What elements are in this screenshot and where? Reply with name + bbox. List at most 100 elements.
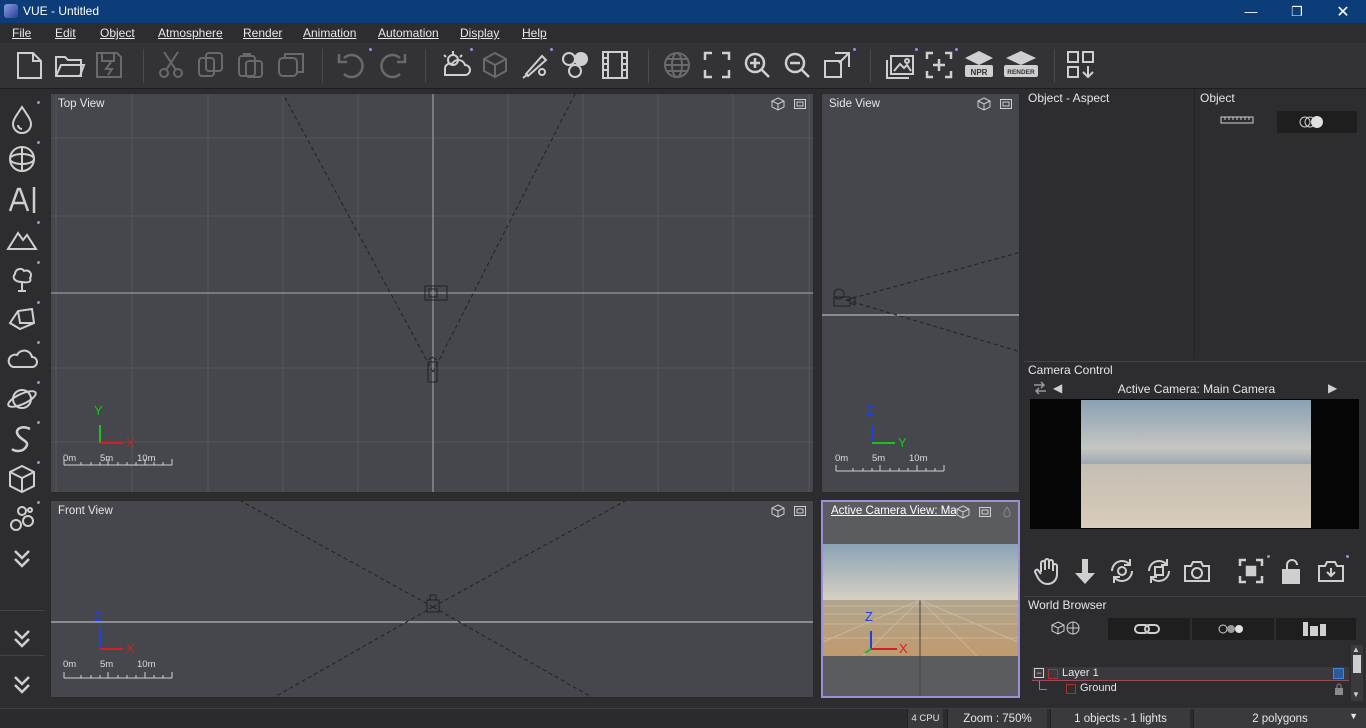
- view-cube-icon[interactable]: [977, 97, 991, 114]
- dropdown-arrow-icon[interactable]: ▼: [1349, 711, 1358, 721]
- render-button-icon[interactable]: RENDER: [1002, 48, 1040, 82]
- view-cube-icon[interactable]: [771, 504, 785, 521]
- menu-help[interactable]: Help: [522, 26, 547, 40]
- render-area-icon[interactable]: [922, 48, 956, 82]
- links-tab[interactable]: [1108, 618, 1190, 640]
- cube-primitive-icon[interactable]: [4, 461, 40, 497]
- expand-panel-icon[interactable]: [4, 621, 40, 657]
- minimize-button[interactable]: —: [1228, 0, 1274, 23]
- collapse-icon[interactable]: −: [1034, 668, 1044, 678]
- sphere-primitive-icon[interactable]: [4, 141, 40, 177]
- export-layout-icon[interactable]: [1064, 48, 1098, 82]
- world-browser-scrollbar[interactable]: ▲ ▼: [1351, 645, 1363, 701]
- top-view-viewport[interactable]: Top View Y X 0m 5m 10m: [50, 93, 814, 493]
- menu-automation[interactable]: Automation: [378, 26, 439, 40]
- side-view-viewport[interactable]: Side View Z Y 0m 5m 10m: [821, 93, 1020, 493]
- cloud-icon[interactable]: [4, 341, 40, 377]
- maximize-viewport-icon[interactable]: [793, 97, 807, 114]
- paste-icon[interactable]: [234, 48, 268, 82]
- switch-camera-icon[interactable]: [1032, 381, 1048, 398]
- terrain-brush-icon[interactable]: [518, 48, 552, 82]
- terrain-mountain-icon[interactable]: [4, 221, 40, 257]
- maximize-viewport-icon[interactable]: [999, 97, 1013, 114]
- duplicate-icon[interactable]: [274, 48, 308, 82]
- cut-icon[interactable]: [154, 48, 188, 82]
- text-tool-icon[interactable]: [4, 181, 40, 217]
- copy-icon[interactable]: [194, 48, 228, 82]
- library-tab[interactable]: [1276, 618, 1356, 640]
- render-gallery-icon[interactable]: [883, 48, 917, 82]
- status-bar: 4 CPU Zoom : 750% 1 objects - 1 lights 2…: [0, 708, 1366, 728]
- undo-icon[interactable]: [334, 48, 368, 82]
- material-cube-icon[interactable]: [478, 48, 512, 82]
- menu-edit[interactable]: Edit: [55, 26, 76, 40]
- preview-icon[interactable]: [1000, 505, 1014, 522]
- front-view-viewport[interactable]: Front View Z X 0m 5m 10m: [50, 500, 814, 698]
- frame-camera-icon[interactable]: [1236, 556, 1266, 589]
- pan-hand-icon[interactable]: [1032, 556, 1062, 589]
- lock-icon[interactable]: [1334, 683, 1344, 698]
- move-down-icon[interactable]: [1070, 556, 1100, 589]
- zoom-in-icon[interactable]: [740, 48, 774, 82]
- atmosphere-editor-icon[interactable]: [438, 48, 472, 82]
- objects-tab-icon[interactable]: [1050, 620, 1082, 639]
- scroll-down-icon[interactable]: ▼: [1352, 690, 1360, 699]
- rotate-camera-icon[interactable]: [1144, 556, 1174, 589]
- layer-row[interactable]: − Layer 1: [1032, 667, 1349, 681]
- next-camera-icon[interactable]: ▶: [1328, 381, 1337, 395]
- menu-render[interactable]: Render: [243, 26, 282, 40]
- object-aspect-panel: Object - Aspect: [1024, 89, 1195, 359]
- scale-label-5: 5m: [100, 453, 114, 464]
- scroll-up-icon[interactable]: ▲: [1352, 645, 1360, 654]
- object-aspect-title: Object - Aspect: [1028, 91, 1110, 105]
- menu-display[interactable]: Display: [460, 26, 499, 40]
- metablobs-icon[interactable]: [4, 501, 40, 537]
- rock-icon[interactable]: [4, 301, 40, 337]
- water-drop-icon[interactable]: [4, 101, 40, 137]
- object-count: 1 objects - 1 lights: [1050, 709, 1190, 728]
- unlock-camera-icon[interactable]: [1277, 556, 1307, 589]
- fit-view-icon[interactable]: [700, 48, 734, 82]
- layer-visibility-icon[interactable]: [1048, 669, 1058, 679]
- view-cube-icon[interactable]: [956, 505, 970, 522]
- object-view-toggle[interactable]: [1277, 111, 1357, 133]
- previous-camera-icon[interactable]: ◀: [1053, 381, 1062, 395]
- menu-file[interactable]: File: [12, 26, 31, 40]
- maximize-viewport-icon[interactable]: [978, 505, 992, 522]
- film-strip-icon[interactable]: [598, 48, 632, 82]
- ruler-icon[interactable]: [1220, 114, 1254, 128]
- maximize-view-icon[interactable]: [820, 48, 854, 82]
- expand-tools-icon[interactable]: [4, 541, 40, 577]
- globe-icon[interactable]: [660, 48, 694, 82]
- view-cube-icon[interactable]: [771, 97, 785, 114]
- object-panel-title: Object: [1200, 91, 1235, 105]
- active-camera-viewport[interactable]: Active Camera View: Mai Z X: [821, 500, 1020, 698]
- materials-spheres-icon[interactable]: [558, 48, 592, 82]
- title-bar: VUE - Untitled — ❐ ✕: [0, 0, 1366, 23]
- cpu-count: 4 CPU: [907, 709, 943, 728]
- expand-timeline-icon[interactable]: [4, 667, 40, 703]
- planet-icon[interactable]: [4, 381, 40, 417]
- camera-settings-icon[interactable]: [1182, 556, 1212, 589]
- menu-object[interactable]: Object: [100, 26, 135, 40]
- new-file-icon[interactable]: [12, 48, 46, 82]
- redo-icon[interactable]: [376, 48, 410, 82]
- close-button[interactable]: ✕: [1320, 0, 1366, 23]
- materials-tab[interactable]: [1192, 618, 1274, 640]
- plant-tree-icon[interactable]: [4, 261, 40, 297]
- menu-bar: File Edit Object Atmosphere Render Anima…: [0, 23, 1366, 43]
- maximize-viewport-icon[interactable]: [793, 504, 807, 521]
- maximize-button[interactable]: ❐: [1274, 0, 1320, 23]
- store-camera-icon[interactable]: [1316, 556, 1346, 589]
- axis-label-x: X: [899, 641, 908, 656]
- zoom-out-icon[interactable]: [780, 48, 814, 82]
- object-row[interactable]: Ground: [1032, 681, 1349, 698]
- menu-atmosphere[interactable]: Atmosphere: [158, 26, 223, 40]
- npr-render-icon[interactable]: NPR: [962, 48, 996, 82]
- open-folder-icon[interactable]: [52, 48, 86, 82]
- menu-animation[interactable]: Animation: [303, 26, 356, 40]
- spline-icon[interactable]: [4, 421, 40, 457]
- orbit-camera-icon[interactable]: [1107, 556, 1137, 589]
- save-icon[interactable]: [92, 48, 126, 82]
- layer-select-checkbox[interactable]: [1333, 668, 1344, 679]
